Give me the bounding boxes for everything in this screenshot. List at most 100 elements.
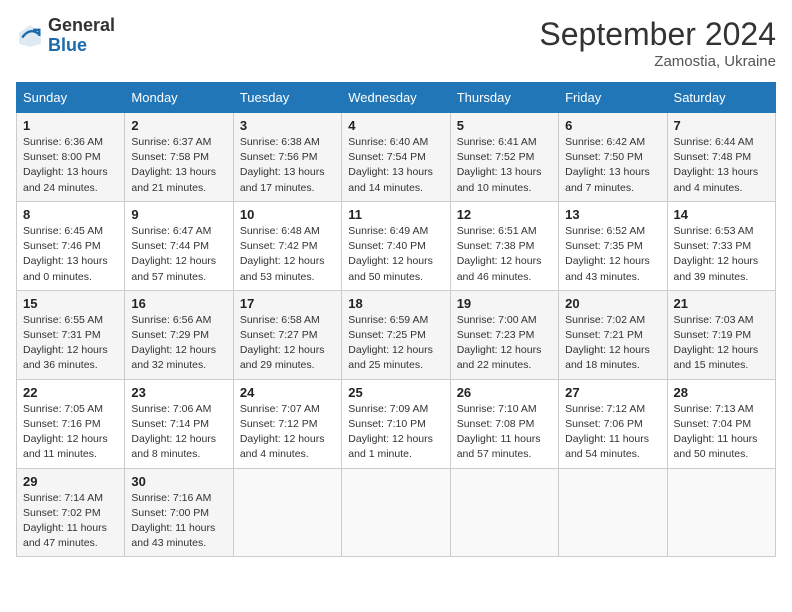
day-info: Sunrise: 6:53 AM Sunset: 7:33 PM Dayligh… bbox=[674, 224, 769, 285]
calendar-cell: 18 Sunrise: 6:59 AM Sunset: 7:25 PM Dayli… bbox=[342, 290, 450, 379]
day-info: Sunrise: 7:14 AM Sunset: 7:02 PM Dayligh… bbox=[23, 491, 118, 552]
day-info: Sunrise: 7:02 AM Sunset: 7:21 PM Dayligh… bbox=[565, 313, 660, 374]
calendar-cell: 26Sunrise: 7:10 AM Sunset: 7:08 PM Dayli… bbox=[450, 379, 558, 468]
calendar-week-1: 1 Sunrise: 6:36 AM Sunset: 8:00 PM Daylig… bbox=[17, 113, 776, 202]
day-info: Sunrise: 7:10 AM Sunset: 7:08 PM Dayligh… bbox=[457, 402, 552, 463]
day-info: Sunrise: 6:51 AM Sunset: 7:38 PM Dayligh… bbox=[457, 224, 552, 285]
header-row: SundayMondayTuesdayWednesdayThursdayFrid… bbox=[17, 83, 776, 113]
calendar-cell: 5 Sunrise: 6:41 AM Sunset: 7:52 PM Daylig… bbox=[450, 113, 558, 202]
header-day-monday: Monday bbox=[125, 83, 233, 113]
calendar-cell: 1 Sunrise: 6:36 AM Sunset: 8:00 PM Daylig… bbox=[17, 113, 125, 202]
title-block: September 2024 Zamostia, Ukraine bbox=[539, 16, 776, 70]
calendar-cell: 30 Sunrise: 7:16 AM Sunset: 7:00 PM Dayli… bbox=[125, 468, 233, 557]
day-info: Sunrise: 6:41 AM Sunset: 7:52 PM Dayligh… bbox=[457, 135, 552, 196]
day-number: 23 bbox=[131, 385, 226, 400]
calendar-body: 1 Sunrise: 6:36 AM Sunset: 8:00 PM Daylig… bbox=[17, 113, 776, 557]
calendar-cell: 2Sunrise: 6:37 AM Sunset: 7:58 PM Daylig… bbox=[125, 113, 233, 202]
page-header: General Blue September 2024 Zamostia, Uk… bbox=[16, 16, 776, 70]
day-info: Sunrise: 6:52 AM Sunset: 7:35 PM Dayligh… bbox=[565, 224, 660, 285]
calendar-cell: 13 Sunrise: 6:52 AM Sunset: 7:35 PM Dayli… bbox=[559, 201, 667, 290]
day-info: Sunrise: 7:13 AM Sunset: 7:04 PM Dayligh… bbox=[674, 402, 769, 463]
day-number: 24 bbox=[240, 385, 335, 400]
calendar-week-5: 29 Sunrise: 7:14 AM Sunset: 7:02 PM Dayli… bbox=[17, 468, 776, 557]
calendar-cell: 7 Sunrise: 6:44 AM Sunset: 7:48 PM Daylig… bbox=[667, 113, 775, 202]
day-info: Sunrise: 6:38 AM Sunset: 7:56 PM Dayligh… bbox=[240, 135, 335, 196]
day-info: Sunrise: 7:09 AM Sunset: 7:10 PM Dayligh… bbox=[348, 402, 443, 463]
day-number: 14 bbox=[674, 207, 769, 222]
day-info: Sunrise: 6:56 AM Sunset: 7:29 PM Dayligh… bbox=[131, 313, 226, 374]
calendar-cell bbox=[450, 468, 558, 557]
day-info: Sunrise: 6:59 AM Sunset: 7:25 PM Dayligh… bbox=[348, 313, 443, 374]
calendar-cell: 24Sunrise: 7:07 AM Sunset: 7:12 PM Dayli… bbox=[233, 379, 341, 468]
calendar-cell: 28Sunrise: 7:13 AM Sunset: 7:04 PM Dayli… bbox=[667, 379, 775, 468]
day-number: 15 bbox=[23, 296, 118, 311]
day-number: 4 bbox=[348, 118, 443, 133]
day-info: Sunrise: 7:12 AM Sunset: 7:06 PM Dayligh… bbox=[565, 402, 660, 463]
calendar-table: SundayMondayTuesdayWednesdayThursdayFrid… bbox=[16, 82, 776, 557]
day-info: Sunrise: 6:42 AM Sunset: 7:50 PM Dayligh… bbox=[565, 135, 660, 196]
calendar-week-3: 15 Sunrise: 6:55 AM Sunset: 7:31 PM Dayli… bbox=[17, 290, 776, 379]
calendar-cell: 21Sunrise: 7:03 AM Sunset: 7:19 PM Dayli… bbox=[667, 290, 775, 379]
day-number: 30 bbox=[131, 474, 226, 489]
calendar-cell: 10Sunrise: 6:48 AM Sunset: 7:42 PM Dayli… bbox=[233, 201, 341, 290]
calendar-cell: 8 Sunrise: 6:45 AM Sunset: 7:46 PM Daylig… bbox=[17, 201, 125, 290]
calendar-cell: 17 Sunrise: 6:58 AM Sunset: 7:27 PM Dayli… bbox=[233, 290, 341, 379]
calendar-week-2: 8 Sunrise: 6:45 AM Sunset: 7:46 PM Daylig… bbox=[17, 201, 776, 290]
calendar-cell: 16 Sunrise: 6:56 AM Sunset: 7:29 PM Dayli… bbox=[125, 290, 233, 379]
day-info: Sunrise: 6:40 AM Sunset: 7:54 PM Dayligh… bbox=[348, 135, 443, 196]
day-number: 18 bbox=[348, 296, 443, 311]
header-day-saturday: Saturday bbox=[667, 83, 775, 113]
day-number: 13 bbox=[565, 207, 660, 222]
day-number: 16 bbox=[131, 296, 226, 311]
header-day-tuesday: Tuesday bbox=[233, 83, 341, 113]
day-info: Sunrise: 6:36 AM Sunset: 8:00 PM Dayligh… bbox=[23, 135, 118, 196]
header-day-thursday: Thursday bbox=[450, 83, 558, 113]
day-info: Sunrise: 6:49 AM Sunset: 7:40 PM Dayligh… bbox=[348, 224, 443, 285]
day-number: 9 bbox=[131, 207, 226, 222]
day-info: Sunrise: 7:03 AM Sunset: 7:19 PM Dayligh… bbox=[674, 313, 769, 374]
day-number: 20 bbox=[565, 296, 660, 311]
calendar-cell: 9 Sunrise: 6:47 AM Sunset: 7:44 PM Daylig… bbox=[125, 201, 233, 290]
month-title: September 2024 bbox=[539, 16, 776, 53]
day-info: Sunrise: 7:00 AM Sunset: 7:23 PM Dayligh… bbox=[457, 313, 552, 374]
calendar-cell: 19Sunrise: 7:00 AM Sunset: 7:23 PM Dayli… bbox=[450, 290, 558, 379]
day-number: 1 bbox=[23, 118, 118, 133]
day-info: Sunrise: 7:06 AM Sunset: 7:14 PM Dayligh… bbox=[131, 402, 226, 463]
day-info: Sunrise: 6:55 AM Sunset: 7:31 PM Dayligh… bbox=[23, 313, 118, 374]
day-info: Sunrise: 6:37 AM Sunset: 7:58 PM Dayligh… bbox=[131, 135, 226, 196]
calendar-cell bbox=[667, 468, 775, 557]
calendar-cell: 22Sunrise: 7:05 AM Sunset: 7:16 PM Dayli… bbox=[17, 379, 125, 468]
day-number: 17 bbox=[240, 296, 335, 311]
day-number: 12 bbox=[457, 207, 552, 222]
day-info: Sunrise: 6:58 AM Sunset: 7:27 PM Dayligh… bbox=[240, 313, 335, 374]
logo-general: General bbox=[48, 16, 115, 36]
calendar-cell: 12 Sunrise: 6:51 AM Sunset: 7:38 PM Dayli… bbox=[450, 201, 558, 290]
calendar-cell: 4 Sunrise: 6:40 AM Sunset: 7:54 PM Daylig… bbox=[342, 113, 450, 202]
calendar-cell: 25 Sunrise: 7:09 AM Sunset: 7:10 PM Dayli… bbox=[342, 379, 450, 468]
header-day-sunday: Sunday bbox=[17, 83, 125, 113]
day-number: 22 bbox=[23, 385, 118, 400]
day-number: 3 bbox=[240, 118, 335, 133]
location-subtitle: Zamostia, Ukraine bbox=[539, 53, 776, 70]
day-number: 5 bbox=[457, 118, 552, 133]
day-number: 8 bbox=[23, 207, 118, 222]
calendar-cell: 6Sunrise: 6:42 AM Sunset: 7:50 PM Daylig… bbox=[559, 113, 667, 202]
calendar-cell bbox=[233, 468, 341, 557]
logo-blue: Blue bbox=[48, 36, 115, 56]
calendar-cell: 3 Sunrise: 6:38 AM Sunset: 7:56 PM Daylig… bbox=[233, 113, 341, 202]
calendar-cell: 27 Sunrise: 7:12 AM Sunset: 7:06 PM Dayli… bbox=[559, 379, 667, 468]
day-number: 7 bbox=[674, 118, 769, 133]
day-number: 27 bbox=[565, 385, 660, 400]
calendar-cell: 15 Sunrise: 6:55 AM Sunset: 7:31 PM Dayli… bbox=[17, 290, 125, 379]
day-number: 25 bbox=[348, 385, 443, 400]
day-number: 10 bbox=[240, 207, 335, 222]
header-day-friday: Friday bbox=[559, 83, 667, 113]
calendar-cell: 11 Sunrise: 6:49 AM Sunset: 7:40 PM Dayli… bbox=[342, 201, 450, 290]
day-info: Sunrise: 6:44 AM Sunset: 7:48 PM Dayligh… bbox=[674, 135, 769, 196]
day-number: 11 bbox=[348, 207, 443, 222]
day-number: 29 bbox=[23, 474, 118, 489]
day-info: Sunrise: 6:45 AM Sunset: 7:46 PM Dayligh… bbox=[23, 224, 118, 285]
day-info: Sunrise: 6:47 AM Sunset: 7:44 PM Dayligh… bbox=[131, 224, 226, 285]
calendar-cell bbox=[559, 468, 667, 557]
day-info: Sunrise: 7:16 AM Sunset: 7:00 PM Dayligh… bbox=[131, 491, 226, 552]
